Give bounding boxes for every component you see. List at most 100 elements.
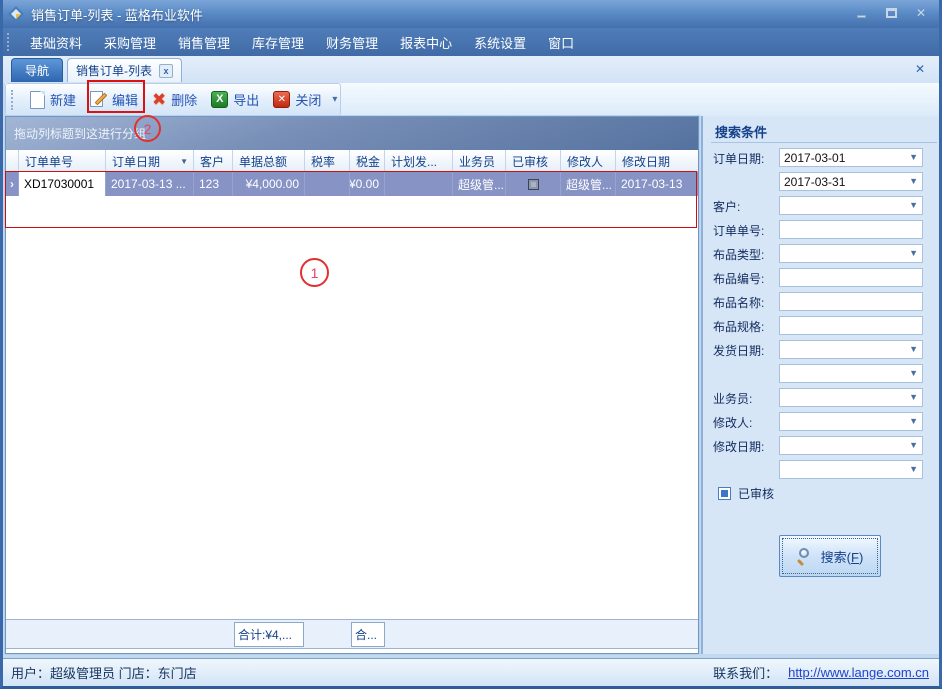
summary-total-tax: 合... [351,622,385,647]
column-header-planned-ship[interactable]: 计划发... [385,150,453,172]
chevron-down-icon: ▼ [909,248,918,258]
modified-date-to-dropdown[interactable]: ▼ [779,460,923,479]
delete-x-icon: ✖ [152,91,166,108]
order-date-to-dropdown[interactable]: 2017-03-31 ▼ [779,172,923,191]
order-no-input[interactable] [779,220,923,239]
chevron-down-icon: ▼ [909,416,918,426]
sort-desc-icon: ▼ [180,157,188,166]
cell-modified-date[interactable]: 2017-03-13 [616,172,698,196]
cell-planned-ship[interactable] [385,172,453,196]
cell-amount[interactable]: ¥4,000.00 [233,172,305,196]
fabric-spec-label: 布品规格: [713,318,764,335]
approved-checkbox-icon[interactable] [718,487,731,500]
column-header-customer[interactable]: 客户 [194,150,233,172]
cell-modifier[interactable]: 超级管... [561,172,616,196]
fabric-name-input[interactable] [779,292,923,311]
fabric-spec-input[interactable] [779,316,923,335]
ship-date-to-dropdown[interactable]: ▼ [779,364,923,383]
tab-label: 销售订单-列表 [76,62,152,79]
search-button[interactable]: 搜索(F) [779,535,881,577]
checkbox-icon [528,179,539,190]
chevron-down-icon: ▼ [909,152,918,162]
column-header-tax-rate[interactable]: 税率 [305,150,350,172]
customer-label: 客户: [713,198,740,215]
chevron-down-icon: ▼ [909,392,918,402]
modified-date-label: 修改日期: [713,438,764,455]
approved-label: 已审核 [738,485,774,502]
tab-strip: 导航 销售订单-列表 x ✕ [3,56,939,83]
column-header-approved[interactable]: 已审核 [506,150,561,172]
cell-order-date[interactable]: 2017-03-13 ... [106,172,194,196]
salesman-dropdown[interactable]: ▼ [779,388,923,407]
export-button[interactable]: X 导出 [204,87,266,112]
website-link[interactable]: http://www.lange.com.cn [788,665,929,680]
delete-button[interactable]: ✖ 删除 [145,87,204,112]
approved-checkbox-row[interactable]: 已审核 [718,485,774,502]
column-header-amount[interactable]: 单据总额 [233,150,305,172]
excel-icon: X [211,91,228,108]
fabric-type-label: 布品类型: [713,246,764,263]
status-bar: 用户：超级管理员 门店：东门店 联系我们： http://www.lange.c… [3,658,939,686]
cell-order-no[interactable]: XD17030001 [19,172,106,196]
menu-item-sales[interactable]: 销售管理 [167,29,241,56]
cell-approved-checkbox[interactable] [506,172,561,196]
modifier-dropdown[interactable]: ▼ [779,412,923,431]
cell-tax-rate[interactable] [305,172,350,196]
cell-salesman[interactable]: 超级管... [453,172,506,196]
chevron-down-icon: ▼ [909,464,918,474]
contact-label: 联系我们： [713,663,778,682]
table-row[interactable]: › XD17030001 2017-03-13 ... 123 ¥4,000.0… [6,172,698,196]
chevron-down-icon: ▼ [909,440,918,450]
app-window: 销售订单-列表 - 蓝格布业软件 ✕ 基础资料 采购管理 销售管理 库存管理 财… [0,0,942,689]
minimize-button[interactable] [852,4,870,22]
ship-date-label: 发货日期: [713,342,764,359]
maximize-button[interactable] [882,4,900,22]
column-header-order-date[interactable]: 订单日期 ▼ [106,150,194,172]
new-button[interactable]: 新建 [23,87,83,112]
edit-pencil-icon [90,91,107,109]
tab-close-icon[interactable]: x [159,64,173,78]
tabstrip-close-icon[interactable]: ✕ [915,62,925,76]
orders-grid: 拖动列标题到这进行分组 订单单号 订单日期 ▼ 客户 单据总额 税率 税金 计划… [5,116,699,654]
chevron-down-icon: ▼ [909,344,918,354]
menu-item-settings[interactable]: 系统设置 [463,29,537,56]
menu-item-finance[interactable]: 财务管理 [315,29,389,56]
column-header-modified-date[interactable]: 修改日期 [616,150,698,172]
tab-sales-order-list[interactable]: 销售订单-列表 x [67,58,182,82]
toolbar-grip-handle [11,90,15,110]
column-header-tax[interactable]: 税金 [350,150,385,172]
cell-customer[interactable]: 123 [194,172,233,196]
fabric-name-label: 布品名称: [713,294,764,311]
cell-tax[interactable]: ¥0.00 [350,172,385,196]
modified-date-from-dropdown[interactable]: ▼ [779,436,923,455]
chevron-down-icon: ▼ [909,176,918,186]
menu-item-base-data[interactable]: 基础资料 [19,29,93,56]
fabric-type-dropdown[interactable]: ▼ [779,244,923,263]
menu-item-purchasing[interactable]: 采购管理 [93,29,167,56]
close-window-button[interactable]: ✕ [912,4,930,22]
menu-item-reports[interactable]: 报表中心 [389,29,463,56]
grid-header-row: 订单单号 订单日期 ▼ 客户 单据总额 税率 税金 计划发... 业务员 已审核… [6,150,698,172]
search-panel-title: 搜索条件 [715,122,767,141]
close-red-icon: ✕ [273,91,290,108]
column-header-salesman[interactable]: 业务员 [453,150,506,172]
toolbar-dropdown-icon[interactable]: ▾ [332,94,337,105]
window-title: 销售订单-列表 - 蓝格布业软件 [31,5,203,24]
fabric-code-input[interactable] [779,268,923,287]
column-header-modifier[interactable]: 修改人 [561,150,616,172]
row-indicator-arrow: › [6,172,19,196]
customer-dropdown[interactable]: ▼ [779,196,923,215]
group-by-bar[interactable]: 拖动列标题到这进行分组 [6,117,698,150]
tab-navigation[interactable]: 导航 [11,58,63,82]
close-tab-button[interactable]: ✕ 关闭 [266,87,328,112]
order-date-from-dropdown[interactable]: 2017-03-01 ▼ [779,148,923,167]
menu-bar: 基础资料 采购管理 销售管理 库存管理 财务管理 报表中心 系统设置 窗口 [0,28,942,56]
edit-button[interactable]: 编辑 [83,87,145,112]
menu-item-inventory[interactable]: 库存管理 [241,29,315,56]
menu-item-window[interactable]: 窗口 [537,29,585,56]
chevron-down-icon: ▼ [909,200,918,210]
menu-grip-handle [7,33,11,51]
ship-date-from-dropdown[interactable]: ▼ [779,340,923,359]
divider [711,142,937,143]
column-header-order-no[interactable]: 订单单号 [19,150,106,172]
